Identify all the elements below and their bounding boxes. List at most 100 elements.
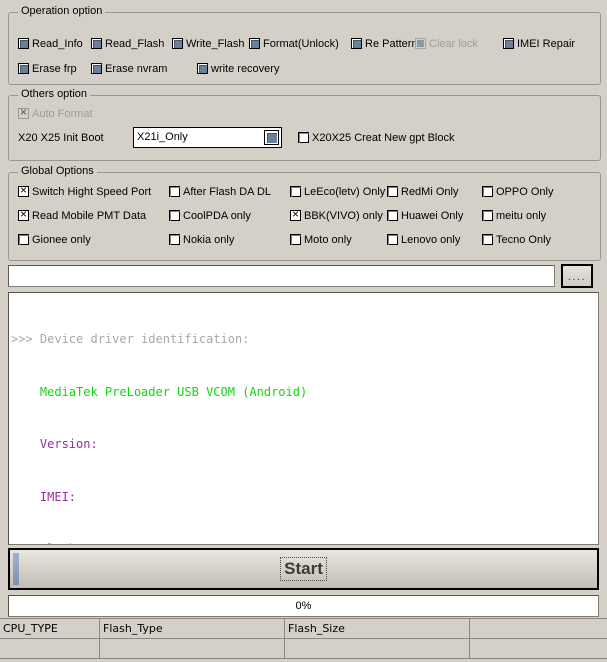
log-line: IMEI: bbox=[11, 489, 77, 504]
checkbox-box-icon bbox=[387, 234, 398, 245]
operation-option-group: Operation option Read_Info Read_Flash Wr… bbox=[8, 6, 601, 85]
checkbox-box-icon bbox=[18, 106, 29, 119]
table-cell bbox=[285, 639, 470, 659]
checkbox-label: meitu only bbox=[496, 210, 547, 222]
checkbox-label: LeEco(letv) Only bbox=[304, 186, 386, 198]
checkbox-auto-format: Auto Format bbox=[18, 106, 93, 121]
checkbox-gionee-only[interactable]: Gionee only bbox=[18, 234, 91, 247]
table-header-cell: Flash_Type bbox=[100, 619, 285, 638]
checkbox-box-icon bbox=[91, 63, 102, 74]
checkbox-box-icon bbox=[415, 38, 426, 49]
init-boot-combobox[interactable]: X21i_Only bbox=[133, 127, 282, 148]
checkbox-box-icon bbox=[387, 210, 398, 221]
checkbox-redmi-only[interactable]: RedMi Only bbox=[387, 186, 458, 199]
log-line: MediaTek PreLoader USB VCOM (Android) bbox=[11, 384, 308, 399]
checkbox-box-icon bbox=[169, 210, 180, 221]
init-boot-value: X21i_Only bbox=[137, 131, 188, 143]
table-row[interactable] bbox=[0, 639, 607, 659]
checkbox-write-flash[interactable]: Write_Flash bbox=[172, 38, 244, 51]
checkbox-imei-repair[interactable]: IMEI Repair bbox=[503, 38, 575, 51]
checkbox-label: Format(Unlock) bbox=[263, 38, 339, 50]
checkbox-read-mobile-pmt-data[interactable]: Read Mobile PMT Data bbox=[18, 208, 147, 223]
log-console[interactable]: >>> Device driver identification: MediaT… bbox=[8, 292, 599, 545]
table-header-cell: CPU_TYPE bbox=[0, 619, 100, 638]
checkbox-label: Read Mobile PMT Data bbox=[32, 210, 147, 222]
checkbox-box-icon bbox=[290, 186, 301, 197]
checkbox-oppo-only[interactable]: OPPO Only bbox=[482, 186, 553, 199]
checkbox-label: OPPO Only bbox=[496, 186, 554, 198]
checkbox-nokia-only[interactable]: Nokia only bbox=[169, 234, 234, 247]
checkbox-box-icon bbox=[482, 186, 493, 197]
checkbox-box-icon bbox=[503, 38, 514, 49]
checkbox-box-icon bbox=[249, 38, 260, 49]
checkbox-box-icon bbox=[18, 208, 29, 221]
log-line: >>> Device driver identification: bbox=[11, 332, 250, 346]
file-path-input[interactable] bbox=[8, 265, 555, 287]
init-boot-label: X20 X25 Init Boot bbox=[18, 132, 104, 144]
chevron-down-icon[interactable] bbox=[264, 130, 279, 145]
checkbox-meitu-only[interactable]: meitu only bbox=[482, 210, 546, 223]
checkbox-box-icon bbox=[169, 234, 180, 245]
checkbox-read-flash[interactable]: Read_Flash bbox=[91, 38, 164, 51]
checkbox-leeco-letv-only[interactable]: LeEco(letv) Only bbox=[290, 186, 385, 199]
checkbox-label: write recovery bbox=[211, 63, 280, 75]
progress-percent-text: 0% bbox=[295, 600, 312, 612]
checkbox-label: Moto only bbox=[304, 234, 352, 246]
checkbox-label: X20X25 Creat New gpt Block bbox=[312, 132, 455, 144]
checkbox-box-icon bbox=[387, 186, 398, 197]
global-options-group: Global Options Switch Hight Speed Port A… bbox=[8, 166, 601, 261]
log-line: Version: bbox=[11, 437, 98, 451]
checkbox-label: Auto Format bbox=[32, 108, 93, 120]
device-info-table: CPU_TYPE Flash_Type Flash_Size bbox=[0, 618, 607, 659]
checkbox-label: BBK(VIVO) only bbox=[304, 210, 383, 222]
others-option-group: Others option Auto Format X20 X25 Init B… bbox=[8, 89, 601, 161]
checkbox-switch-hight-speed-port[interactable]: Switch Hight Speed Port bbox=[18, 184, 151, 199]
checkbox-label: CoolPDA only bbox=[183, 210, 251, 222]
checkbox-label: After Flash DA DL bbox=[183, 186, 272, 198]
checkbox-box-icon bbox=[172, 38, 183, 49]
start-progress-sliver bbox=[13, 553, 19, 585]
browse-button[interactable]: .... bbox=[561, 264, 593, 288]
operation-option-title: Operation option bbox=[18, 6, 106, 17]
checkbox-label: Write_Flash bbox=[186, 38, 245, 50]
checkbox-label: RedMi Only bbox=[401, 186, 459, 198]
checkbox-box-icon bbox=[91, 38, 102, 49]
start-button[interactable]: Start bbox=[8, 548, 599, 590]
browse-button-label: .... bbox=[567, 271, 587, 283]
checkbox-box-icon bbox=[482, 210, 493, 221]
checkbox-tecno-only[interactable]: Tecno Only bbox=[482, 234, 551, 247]
checkbox-label: Erase frp bbox=[32, 63, 77, 75]
checkbox-after-flash-da-dl[interactable]: After Flash DA DL bbox=[169, 186, 271, 199]
checkbox-coolpda-only[interactable]: CoolPDA only bbox=[169, 210, 251, 223]
checkbox-box-icon bbox=[298, 132, 309, 143]
checkbox-re-pattern-lock[interactable]: Re Pattern l bbox=[351, 38, 423, 51]
checkbox-box-icon bbox=[18, 184, 29, 197]
checkbox-erase-nvram[interactable]: Erase nvram bbox=[91, 63, 167, 76]
checkbox-box-icon bbox=[18, 38, 29, 49]
checkbox-read-info[interactable]: Read_Info bbox=[18, 38, 83, 51]
checkbox-moto-only[interactable]: Moto only bbox=[290, 234, 352, 247]
checkbox-label: Read_Info bbox=[32, 38, 83, 50]
checkbox-huawei-only[interactable]: Huawei Only bbox=[387, 210, 463, 223]
table-header-row: CPU_TYPE Flash_Type Flash_Size bbox=[0, 619, 607, 639]
checkbox-bbk-vivo-only[interactable]: BBK(VIVO) only bbox=[290, 208, 383, 223]
checkbox-box-icon bbox=[290, 208, 301, 221]
table-header-cell bbox=[470, 619, 607, 638]
checkbox-label: IMEI Repair bbox=[517, 38, 576, 50]
checkbox-label: Tecno Only bbox=[496, 234, 552, 246]
checkbox-box-icon bbox=[18, 234, 29, 245]
progress-bar: 0% bbox=[8, 595, 599, 617]
checkbox-format-unlock[interactable]: Format(Unlock) bbox=[249, 38, 339, 51]
checkbox-create-new-gpt-block[interactable]: X20X25 Creat New gpt Block bbox=[298, 132, 454, 145]
checkbox-lenovo-only[interactable]: Lenovo only bbox=[387, 234, 460, 247]
checkbox-write-recovery[interactable]: write recovery bbox=[197, 63, 279, 76]
checkbox-erase-frp[interactable]: Erase frp bbox=[18, 63, 77, 76]
checkbox-box-icon bbox=[290, 234, 301, 245]
checkbox-clear-lock: Clear lock bbox=[415, 38, 478, 51]
checkbox-label: Nokia only bbox=[183, 234, 235, 246]
start-button-label: Start bbox=[280, 557, 327, 581]
checkbox-box-icon bbox=[482, 234, 493, 245]
checkbox-label: Huawei Only bbox=[401, 210, 464, 222]
table-cell bbox=[470, 639, 607, 659]
others-option-title: Others option bbox=[18, 89, 91, 100]
